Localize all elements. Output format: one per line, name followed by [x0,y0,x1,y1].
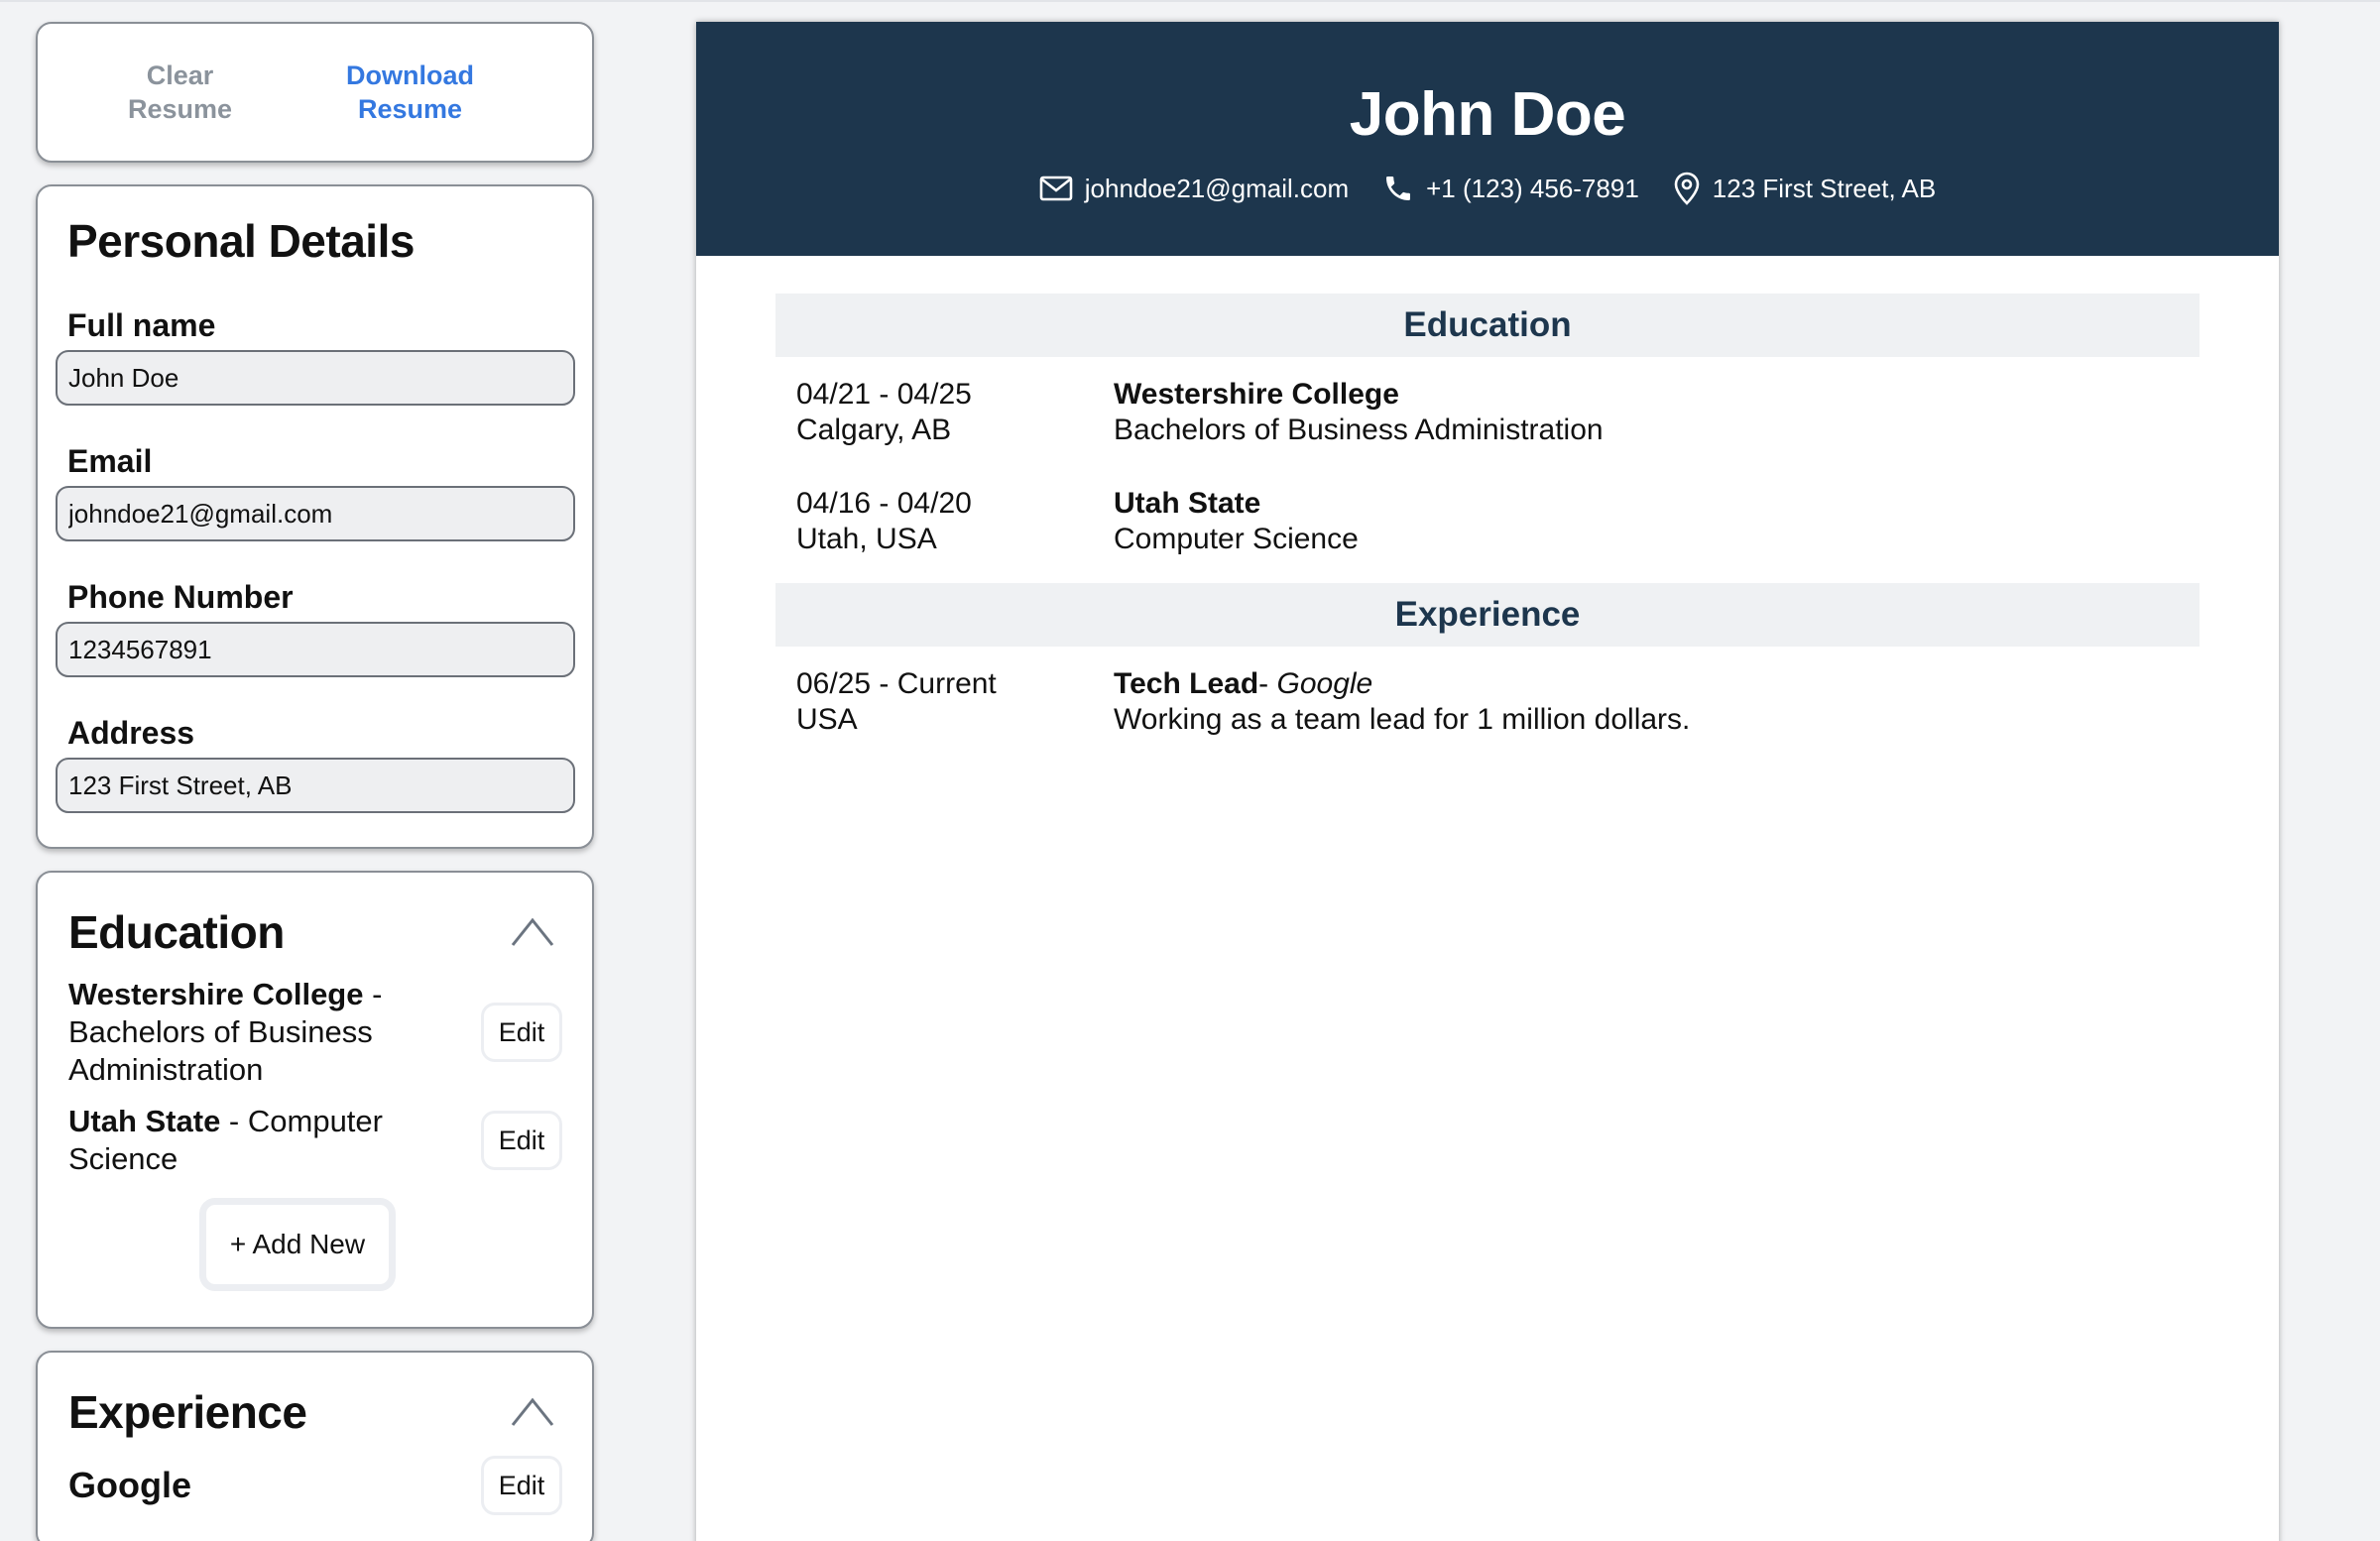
top-divider [0,0,2380,2]
edit-education-button[interactable]: Edit [481,1111,562,1170]
education-entry-text: Westershire College - Bachelors of Busin… [68,976,465,1089]
resume-education-degree: Computer Science [1114,523,1359,555]
resume-education-entry: 04/16 - 04/20 Utah, USA Utah State Compu… [775,486,2200,557]
resume-education-details: Westershire College Bachelors of Busines… [1114,377,2200,448]
add-education-button[interactable]: + Add New [199,1198,396,1291]
chevron-up-icon [511,1397,554,1426]
address-input[interactable] [56,758,575,813]
phone-icon [1386,177,1411,200]
experience-collapse-toggle[interactable] [503,1382,562,1442]
contact-row: johndoe21@gmail.com +1 (123) 456-7891 12… [696,172,2279,205]
education-entry-separator: - [220,1104,248,1138]
resume-education-entry: 04/21 - 04/25 Calgary, AB Westershire Co… [775,377,2200,448]
contact-phone-text: +1 (123) 456-7891 [1426,173,1639,203]
education-card-header: Education [68,902,574,962]
resume-experience-position: Tech Lead [1114,667,1259,700]
editor-sidebar: Clear Resume Download Resume Personal De… [36,22,594,1541]
education-entry: Westershire College - Bachelors of Busin… [68,976,574,1089]
resume-experience-description: Working as a team lead for 1 million dol… [1114,703,1691,736]
clear-resume-button[interactable]: Clear Resume [96,59,265,126]
resume-education-degree: Bachelors of Business Administration [1114,414,1604,446]
edit-education-button[interactable]: Edit [481,1003,562,1062]
experience-card: Experience Google Edit [36,1351,594,1541]
resume-education-meta: 04/21 - 04/25 Calgary, AB [796,377,1114,448]
resume-preview: John Doe johndoe21@gmail.com +1 (123) 45… [696,22,2279,1541]
resume-education-dates: 04/21 - 04/25 [796,378,972,411]
personal-details-title: Personal Details [67,215,415,267]
resume-body: Education 04/21 - 04/25 Calgary, AB West… [696,256,2279,738]
resume-name: John Doe [1349,80,1626,149]
contact-email: johndoe21@gmail.com [1039,174,1349,204]
resume-education-location: Utah, USA [796,523,937,555]
education-entry: Utah State - Computer Science Edit [68,1103,574,1178]
resume-experience-company: Google [1276,667,1373,700]
full-name-label: Full name [67,307,216,343]
education-entry-degree: Bachelors of Business Administration [68,1014,373,1087]
location-pin-icon [1674,172,1700,205]
contact-address-text: 123 First Street, AB [1712,173,1937,203]
resume-experience-separator: - [1258,667,1277,700]
resume-education-heading: Education [775,294,2200,357]
resume-education-dates: 04/16 - 04/20 [796,487,972,520]
phone-input[interactable] [56,622,575,677]
resume-experience-title-line: Tech Lead- Google [1114,666,2200,702]
education-card-title: Education [68,906,285,958]
education-entry-school: Westershire College [68,977,364,1011]
experience-card-header: Experience [68,1382,574,1442]
personal-details-card: Personal Details Full name Email Phone N… [36,184,594,849]
education-entry-separator: - [363,977,383,1011]
download-resume-button[interactable]: Download Resume [326,59,495,126]
chevron-up-icon [511,917,554,946]
education-entry-school: Utah State [68,1104,221,1138]
experience-entry-company: Google [68,1465,191,1505]
contact-phone: +1 (123) 456-7891 [1382,173,1639,204]
education-collapse-toggle[interactable] [503,902,562,962]
resume-experience-location: USA [796,703,858,736]
resume-education-meta: 04/16 - 04/20 Utah, USA [796,486,1114,557]
contact-address: 123 First Street, AB [1673,172,1936,205]
contact-email-text: johndoe21@gmail.com [1084,173,1350,203]
resume-builder-page: Clear Resume Download Resume Personal De… [0,0,2380,1541]
resume-experience-entry: 06/25 - Current USA Tech Lead- Google Wo… [775,666,2200,738]
phone-label: Phone Number [67,579,294,615]
experience-card-title: Experience [68,1386,307,1438]
edit-experience-button[interactable]: Edit [481,1456,562,1515]
resume-education-location: Calgary, AB [796,414,952,446]
experience-entry: Google Edit [68,1456,574,1515]
resume-experience-details: Tech Lead- Google Working as a team lead… [1114,666,2200,738]
resume-education-list: 04/21 - 04/25 Calgary, AB Westershire Co… [775,357,2200,583]
education-entry-text: Utah State - Computer Science [68,1103,465,1178]
resume-experience-heading: Experience [775,583,2200,647]
actions-card: Clear Resume Download Resume [36,22,594,163]
resume-experience-dates: 06/25 - Current [796,667,997,700]
mail-icon [1039,176,1073,201]
address-label: Address [67,715,195,751]
resume-header: John Doe johndoe21@gmail.com +1 (123) 45… [696,22,2279,256]
resume-education-school: Utah State [1114,487,1261,520]
resume-education-details: Utah State Computer Science [1114,486,2200,557]
resume-experience-meta: 06/25 - Current USA [796,666,1114,738]
email-input[interactable] [56,486,575,541]
education-card: Education Westershire College - Bachelor… [36,871,594,1329]
resume-education-school: Westershire College [1114,378,1399,411]
full-name-input[interactable] [56,350,575,406]
resume-experience-list: 06/25 - Current USA Tech Lead- Google Wo… [775,647,2200,738]
email-label: Email [67,443,153,479]
